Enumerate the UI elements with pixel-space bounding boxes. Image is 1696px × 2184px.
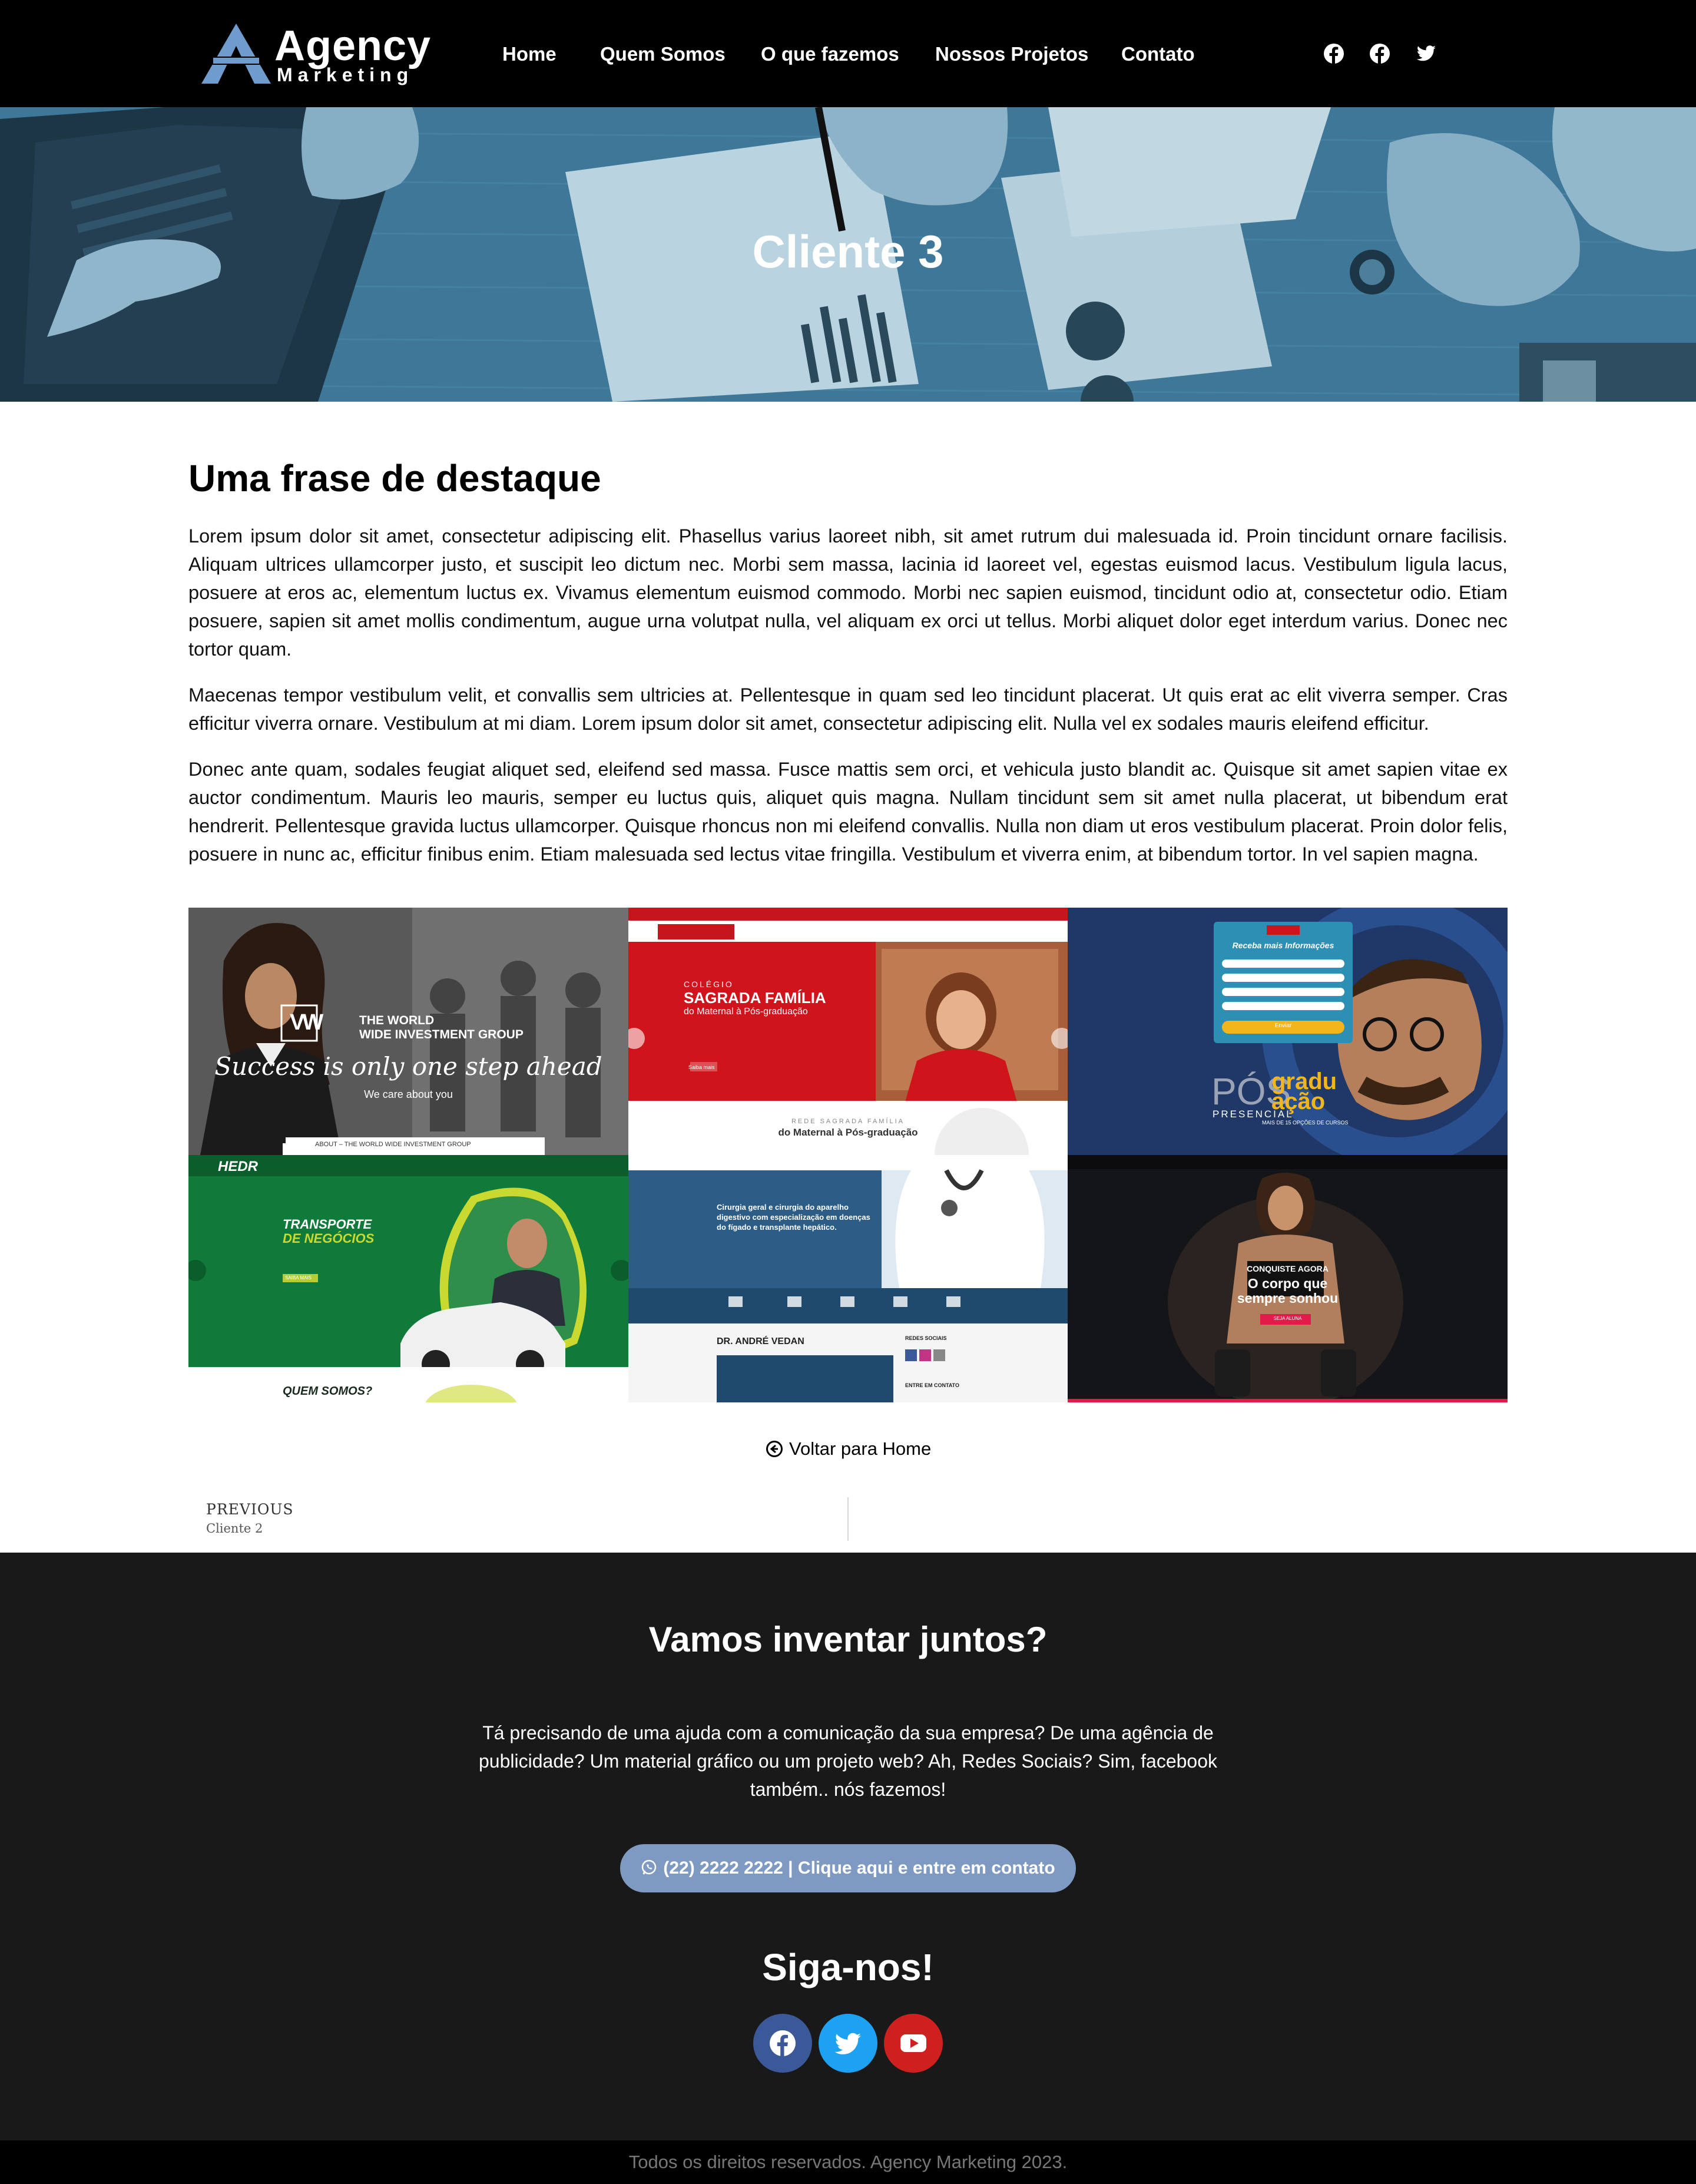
nav-o-que-fazemos[interactable]: O que fazemos	[761, 42, 899, 66]
investment-title-2: WIDE INVESTMENT GROUP	[359, 1028, 524, 1041]
nav-nossos-projetos[interactable]: Nossos Projetos	[935, 42, 1088, 66]
transport-button: SAIBA MAIS	[285, 1275, 312, 1280]
logo-title: Agency	[274, 22, 432, 70]
doctor-site-screenshot	[628, 1155, 1068, 1402]
twitter-button[interactable]	[819, 2014, 877, 2073]
twitter-icon	[834, 2033, 861, 2054]
investment-title-1: THE WORLD	[359, 1014, 435, 1027]
school-network: REDE SAGRADA FAMÍLIA	[791, 1118, 905, 1125]
hero-banner: Cliente 3	[0, 107, 1696, 402]
transport-title-2: DE NEGÓCIOS	[283, 1231, 375, 1246]
doctor-social-label: REDES SOCIAIS	[905, 1335, 947, 1341]
school-title: SAGRADA FAMÍLIA	[684, 989, 826, 1007]
whatsapp-icon	[642, 1859, 657, 1875]
twitter-icon[interactable]	[1413, 41, 1438, 66]
nav-contato[interactable]: Contato	[1121, 42, 1195, 66]
facebook-icon[interactable]	[1367, 41, 1392, 66]
highlight-heading: Uma frase de destaque	[188, 457, 601, 499]
copyright-text: Todos os direitos reservados. Agency Mar…	[0, 2140, 1696, 2184]
site-header: Agency Marketing Home Quem Somos O que f…	[0, 0, 1696, 107]
doctor-headline: Cirurgia geral e cirurgia do aparelho di…	[717, 1203, 870, 1232]
paragraph-3: Donec ante quam, sodales feugiat aliquet…	[188, 759, 1508, 865]
gallery-item-school[interactable]: COLÉGIO SAGRADA FAMÍLIA do Maternal à Pó…	[628, 908, 1068, 1155]
school-kicker: COLÉGIO	[684, 980, 734, 989]
nav-quem-somos[interactable]: Quem Somos	[600, 42, 726, 66]
school-network-sub: do Maternal à Pós-graduação	[778, 1127, 918, 1138]
doctor-name: DR. ANDRÉ VEDAN	[717, 1336, 804, 1346]
back-to-home-label: Voltar para Home	[789, 1438, 932, 1459]
investment-tagline: Success is only one step ahead	[214, 1052, 602, 1081]
transport-quem-somos: QUEM SOMOS?	[283, 1385, 373, 1398]
postgrad-presencial: PRESENCIAL	[1213, 1108, 1294, 1120]
page-title: Cliente 3	[752, 226, 944, 277]
paragraph-2: Maecenas tempor vestibulum velit, et con…	[188, 684, 1508, 734]
fitness-title-2: sempre sonhou	[1237, 1290, 1339, 1306]
arrow-left-circle-icon	[766, 1441, 783, 1457]
investment-about: ABOUT – THE WORLD WIDE INVESTMENT GROUP	[286, 1137, 545, 1155]
fitness-button: SEJA ALUNA	[1273, 1316, 1302, 1321]
postgrad-form-button[interactable]: Enviar	[1214, 1022, 1353, 1029]
gallery-item-fitness[interactable]: CONQUISTE AGORA O corpo que sempre sonho…	[1068, 1155, 1508, 1402]
logo-mark-icon	[201, 24, 271, 84]
previous-label: PREVIOUS	[206, 1501, 294, 1518]
gallery-item-doctor[interactable]: Cirurgia geral e cirurgia do aparelho di…	[628, 1155, 1068, 1402]
gallery-item-postgrad[interactable]: Receba mais Informações Enviar PÓS gradu…	[1068, 908, 1508, 1155]
logo-subtitle: Marketing	[277, 64, 414, 85]
youtube-button[interactable]	[884, 2014, 943, 2073]
postgrad-cursos: MAIS DE 15 OPÇÕES DE CURSOS	[1262, 1120, 1349, 1126]
footer-title: Vamos inventar juntos?	[648, 1620, 1048, 1659]
previous-post-title: Cliente 2	[206, 1521, 263, 1536]
nav-home[interactable]: Home	[502, 42, 556, 66]
school-button: Saiba mais	[688, 1064, 715, 1070]
paragraph-1: Lorem ipsum dolor sit amet, consectetur …	[188, 525, 1508, 660]
previous-post-link[interactable]: PREVIOUS Cliente 2	[206, 1500, 294, 1537]
site-footer: Vamos inventar juntos? Tá precisando de …	[0, 1553, 1696, 2140]
transport-title-1: TRANSPORTE	[283, 1217, 372, 1232]
whatsapp-contact-button[interactable]: (22) 2222 2222 | Clique aqui e entre em …	[620, 1844, 1076, 1892]
investment-sub: We care about you	[364, 1088, 453, 1100]
whatsapp-contact-label: (22) 2222 2222 | Clique aqui e entre em …	[663, 1858, 1055, 1878]
follow-title: Siga-nos!	[762, 1946, 934, 1988]
gallery-item-investment[interactable]: VW THE WORLD WIDE INVESTMENT GROUP Succe…	[188, 908, 628, 1155]
footer-text: Tá precisando de uma ajuda com a comunic…	[479, 1722, 1217, 1800]
gallery-item-transport[interactable]: HEDR TRANSPORTE DE NEGÓCIOS SAIBA MAIS Q…	[188, 1155, 628, 1402]
doctor-contact-label: ENTRE EM CONTATO	[905, 1382, 959, 1388]
post-nav-divider	[847, 1497, 849, 1541]
site-logo[interactable]: Agency Marketing	[200, 22, 430, 85]
postgrad-form-title: Receba mais Informações	[1232, 941, 1334, 950]
fitness-kicker: CONQUISTE AGORA	[1247, 1264, 1329, 1273]
investment-logo-mark: VW	[290, 1010, 323, 1035]
fitness-title-1: O corpo que	[1247, 1276, 1328, 1291]
transport-brand: HEDR	[218, 1159, 259, 1174]
youtube-icon	[900, 2034, 926, 2052]
facebook-icon[interactable]	[1321, 41, 1346, 66]
back-to-home-link[interactable]: Voltar para Home	[766, 1437, 931, 1461]
school-sub: do Maternal à Pós-graduação	[684, 1007, 808, 1017]
facebook-icon	[770, 2030, 796, 2056]
transport-site-screenshot	[188, 1155, 628, 1402]
facebook-button[interactable]	[753, 2014, 812, 2073]
